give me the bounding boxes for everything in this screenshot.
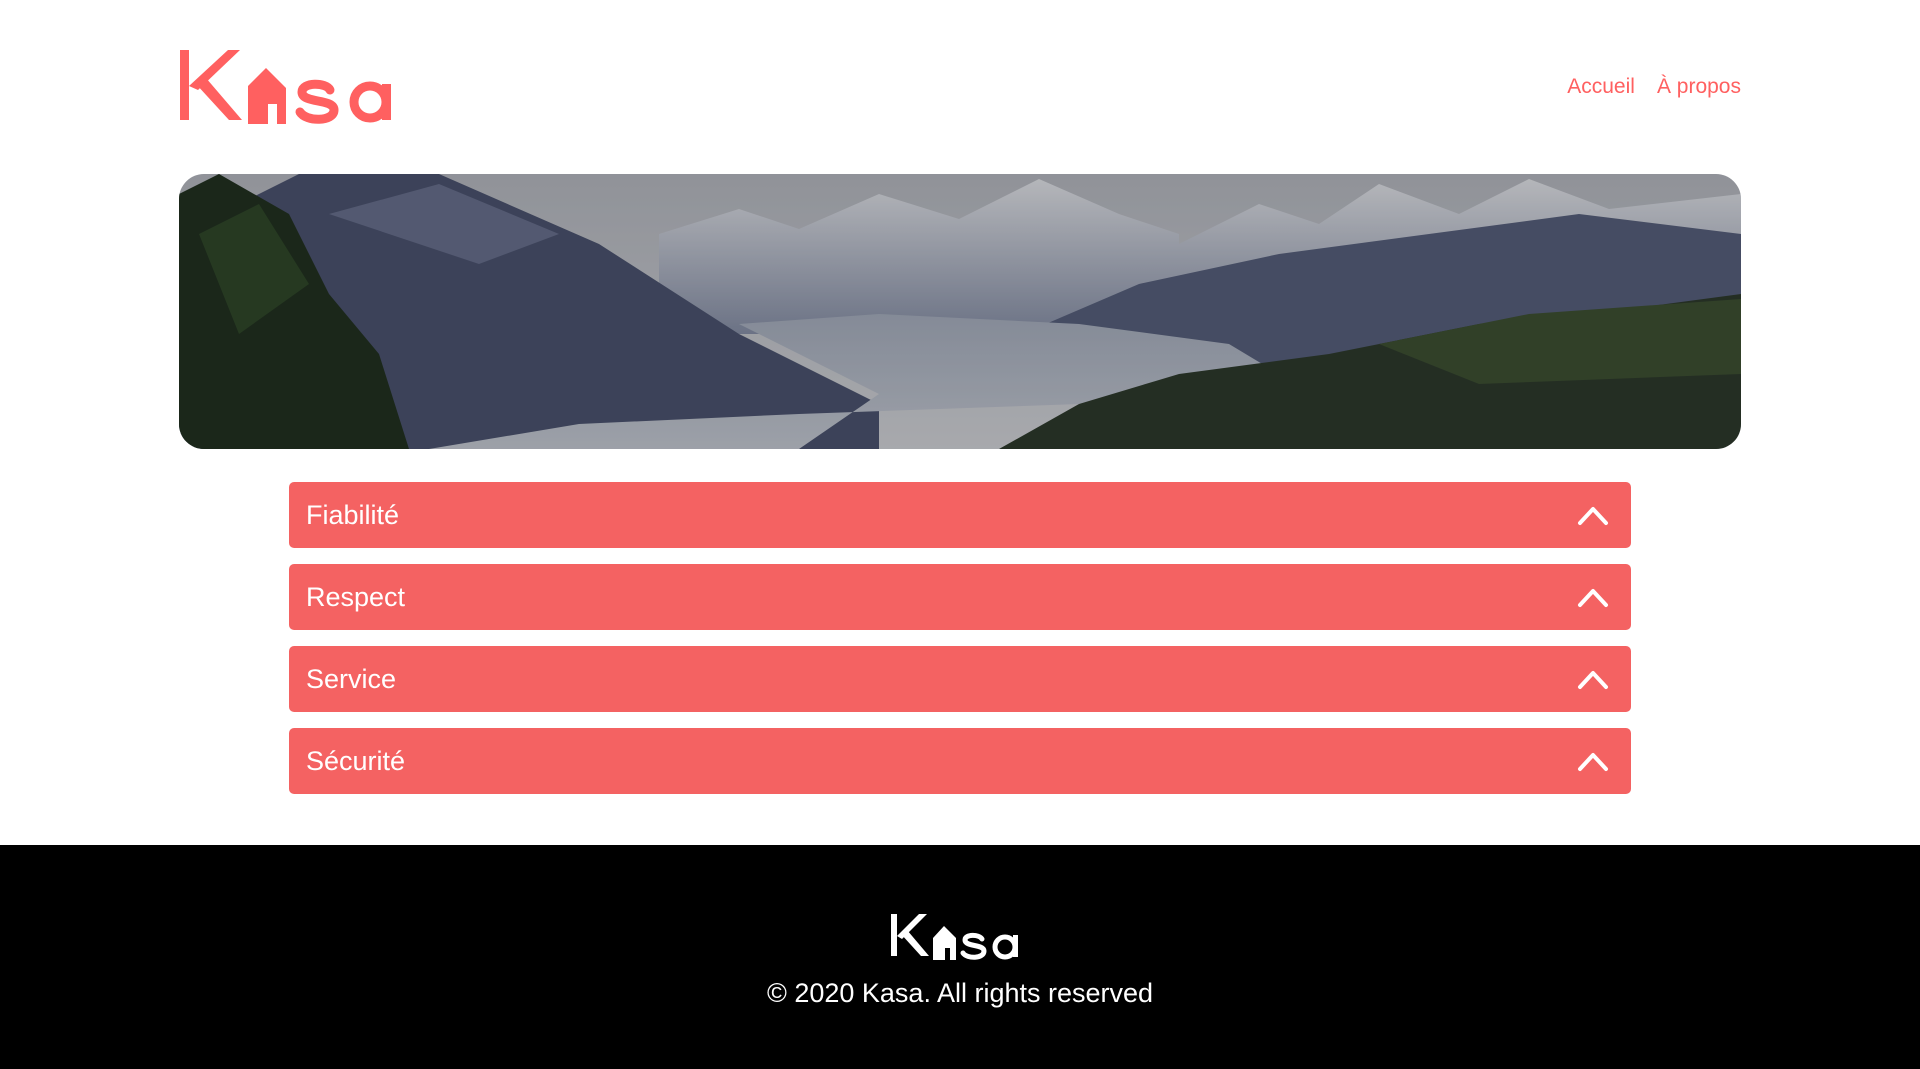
chevron-up-icon[interactable] xyxy=(1577,665,1609,693)
copyright-text: © 2020 Kasa. All rights reserved xyxy=(766,978,1154,1008)
chevron-up-icon[interactable] xyxy=(1577,747,1609,775)
collapse-securite[interactable]: Sécurité xyxy=(289,728,1631,794)
nav-accueil-link[interactable]: Accueil xyxy=(1567,72,1635,102)
site-footer: © 2020 Kasa. All rights reserved xyxy=(0,845,1920,1069)
values-collapse-list: Fiabilité Respect Service Sécurité xyxy=(289,482,1631,810)
collapse-title: Respect xyxy=(306,581,406,612)
collapse-title: Service xyxy=(306,663,397,694)
nav-a-propos-link[interactable]: À propos xyxy=(1657,72,1741,102)
chevron-up-icon[interactable] xyxy=(1577,501,1609,529)
collapse-title: Fiabilité xyxy=(306,499,400,530)
hero-banner-image xyxy=(179,174,1741,449)
collapse-service[interactable]: Service xyxy=(289,646,1631,712)
kasa-logo-white xyxy=(889,910,1031,962)
kasa-logo[interactable] xyxy=(178,46,414,126)
main-nav: Accueil À propos xyxy=(1567,72,1741,102)
collapse-fiabilite[interactable]: Fiabilité xyxy=(289,482,1631,548)
chevron-up-icon[interactable] xyxy=(1577,583,1609,611)
site-header: Accueil À propos xyxy=(0,0,1920,174)
collapse-title: Sécurité xyxy=(306,745,406,776)
collapse-respect[interactable]: Respect xyxy=(289,564,1631,630)
